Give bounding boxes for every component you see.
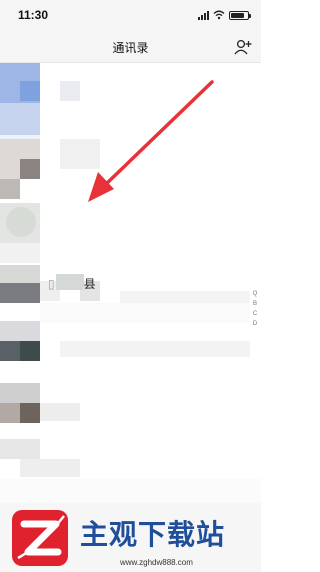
pixelated-block <box>60 341 250 357</box>
pixelated-avatar <box>20 403 40 423</box>
wifi-icon <box>213 10 225 20</box>
signal-icon <box>198 10 209 20</box>
add-contact-icon[interactable] <box>233 37 253 57</box>
index-letter[interactable]: Q <box>253 291 258 298</box>
index-letter[interactable]: D <box>253 321 257 328</box>
pixelated-block <box>0 439 40 459</box>
battery-icon <box>229 10 251 20</box>
pixelated-block <box>0 265 40 283</box>
nav-bar: 通讯录 <box>0 32 261 63</box>
index-letter[interactable]: C <box>253 311 257 318</box>
alphabet-index[interactable]: Q B C D <box>251 291 259 328</box>
pixelated-avatar <box>0 283 40 303</box>
brand-logo-icon <box>12 510 68 566</box>
pixelated-block <box>0 179 20 199</box>
pixelated-avatar <box>0 321 40 341</box>
pixelated-avatar <box>0 383 40 403</box>
status-icons <box>198 9 251 21</box>
pixelated-avatar <box>0 103 40 135</box>
pixelated-block <box>0 243 40 263</box>
index-letter[interactable]: B <box>253 301 257 308</box>
status-bar: 11:30 <box>0 0 261 32</box>
pixelated-avatar <box>20 159 40 179</box>
pixelated-avatar <box>20 81 40 101</box>
pixelated-block <box>60 139 100 169</box>
contact-list: ▯ 县 Q B C D <box>0 63 261 503</box>
watermark: 主观下载站 www.zghdw888.com <box>0 503 261 572</box>
pixelated-block <box>40 403 80 421</box>
watermark-url: www.zghdw888.com <box>120 558 193 567</box>
pixelated-block <box>0 479 261 503</box>
pixelated-block <box>20 459 80 477</box>
pixelated-block <box>40 303 250 323</box>
watermark-brand: 主观下载站 <box>80 518 226 551</box>
contact-avatar[interactable] <box>6 207 36 237</box>
status-time: 11:30 <box>18 8 49 22</box>
contact-name[interactable]: ▯ 县 <box>48 275 97 292</box>
pixelated-block <box>60 81 80 101</box>
page-title: 通讯录 <box>112 41 149 55</box>
pixelated-avatar <box>20 341 40 361</box>
